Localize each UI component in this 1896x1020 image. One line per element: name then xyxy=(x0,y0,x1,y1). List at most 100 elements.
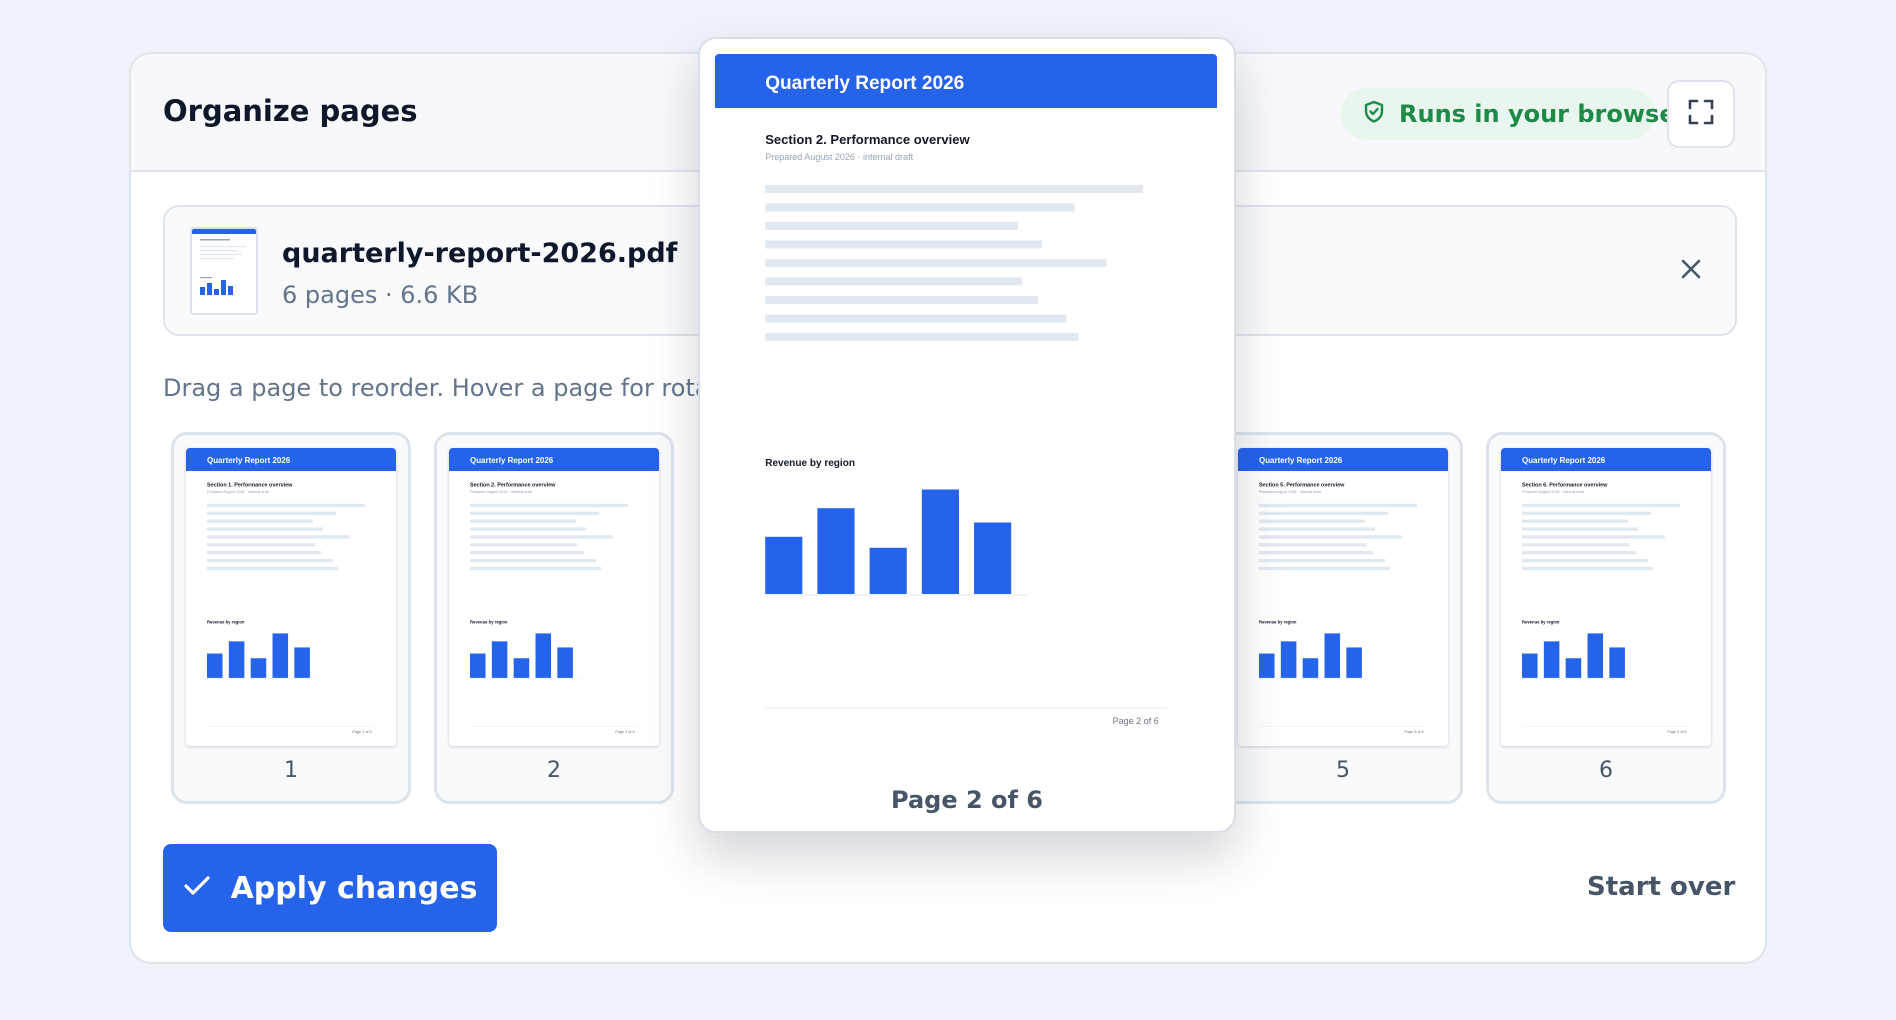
report-title: Quarterly Report 2026 xyxy=(207,456,291,465)
remove-file-button[interactable] xyxy=(1673,253,1709,289)
text-line xyxy=(765,314,1067,323)
file-thumbnail xyxy=(190,227,258,315)
apply-changes-button[interactable]: Apply changes xyxy=(163,844,497,932)
text-line xyxy=(1522,527,1638,531)
check-icon xyxy=(183,875,211,901)
page-tile-1[interactable]: Quarterly Report 2026 Section 1. Performa… xyxy=(171,432,411,804)
text-line xyxy=(1259,543,1367,547)
chart-bar xyxy=(974,522,1012,594)
section-heading: Section 5. Performance overview xyxy=(1259,482,1345,488)
chart-bar xyxy=(228,641,245,678)
fullscreen-icon xyxy=(1687,98,1715,130)
page-thumbnail: Quarterly Report 2026 Section 1. Performa… xyxy=(186,448,396,746)
text-line xyxy=(470,527,586,531)
text-line xyxy=(1259,503,1417,508)
text-line xyxy=(765,296,1039,304)
page-tile-5[interactable]: Quarterly Report 2026 Section 5. Performa… xyxy=(1223,432,1463,804)
page-number: 5 xyxy=(1336,758,1350,783)
text-line xyxy=(207,535,350,539)
chart-label: Revenue by region xyxy=(207,619,245,624)
report-title: Quarterly Report 2026 xyxy=(470,456,554,465)
text-line xyxy=(470,543,578,547)
chart-label: Revenue by region xyxy=(1259,619,1297,624)
instructions-text: Drag a page to reorder. Hover a page for… xyxy=(163,374,757,402)
chart-bar xyxy=(1522,653,1538,678)
start-over-button[interactable]: Start over xyxy=(1587,872,1735,902)
text-line xyxy=(207,551,322,555)
chart-bar xyxy=(470,653,486,678)
draft-note: Prepared August 2026 · internal draft xyxy=(1259,490,1322,494)
text-line xyxy=(765,185,1143,193)
chart-bar xyxy=(1324,633,1341,678)
text-line xyxy=(470,519,576,523)
page-thumbnail: Quarterly Report 2026 Section 2. Performa… xyxy=(449,448,659,746)
chart-bar xyxy=(921,489,959,594)
text-line xyxy=(765,333,1079,341)
text-line xyxy=(207,519,313,523)
apply-changes-label: Apply changes xyxy=(230,870,478,906)
text-line xyxy=(1259,551,1374,555)
text-line xyxy=(1522,551,1637,555)
badge-label: Runs in your browser xyxy=(1399,100,1688,128)
report-title: Quarterly Report 2026 xyxy=(1522,456,1606,465)
text-line xyxy=(207,566,339,571)
chart-bar xyxy=(272,633,289,678)
close-icon xyxy=(1679,257,1703,285)
text-line xyxy=(1522,511,1652,516)
preview-caption: Page 2 of 6 xyxy=(891,786,1043,814)
chart-bar xyxy=(1302,658,1319,678)
section-heading: Section 1. Performance overview xyxy=(207,482,293,488)
page-preview-popover: Quarterly Report 2026 Section 2. Performa… xyxy=(698,37,1236,833)
page-tile-2[interactable]: Quarterly Report 2026 Section 2. Performa… xyxy=(434,432,674,804)
page-number: 2 xyxy=(547,758,561,783)
page-thumbnail: Quarterly Report 2026 Section 6. Performa… xyxy=(1501,448,1711,746)
text-line xyxy=(1522,543,1630,547)
section-heading: Section 2. Performance overview xyxy=(470,482,556,488)
page-number: 1 xyxy=(284,758,298,783)
browser-badge: Runs in your browser xyxy=(1341,88,1687,140)
chart-label: Revenue by region xyxy=(1522,619,1560,624)
text-line xyxy=(765,203,1075,212)
shield-check-icon xyxy=(1363,100,1385,128)
chart-bar xyxy=(1565,658,1582,678)
chart-bar xyxy=(491,641,508,678)
text-line xyxy=(1259,511,1389,516)
chart-bar xyxy=(513,658,530,678)
text-line xyxy=(470,551,585,555)
chart-bar xyxy=(250,658,267,678)
text-line xyxy=(207,543,315,547)
chart-bar xyxy=(207,653,223,678)
section-heading: Section 6. Performance overview xyxy=(1522,482,1608,488)
text-line xyxy=(470,558,596,563)
chart-bar xyxy=(535,633,552,678)
text-line xyxy=(1522,519,1628,523)
chart-bar xyxy=(869,547,907,594)
page-footer: Page 2 of 6 xyxy=(615,730,634,734)
file-meta: 6 pages · 6.6 KB xyxy=(282,281,479,309)
text-line xyxy=(470,535,613,539)
text-line xyxy=(1259,527,1375,531)
page-thumbnail: Quarterly Report 2026 Section 5. Performa… xyxy=(1238,448,1448,746)
page-number: 6 xyxy=(1599,758,1613,783)
chart-bar xyxy=(817,508,855,594)
fullscreen-button[interactable] xyxy=(1667,80,1735,148)
draft-note: Prepared August 2026 · internal draft xyxy=(207,490,270,494)
text-line xyxy=(765,259,1107,267)
text-line xyxy=(207,503,365,508)
chart-bar xyxy=(1543,641,1560,678)
draft-note: Prepared August 2026 · internal draft xyxy=(1522,490,1585,494)
chart-bar xyxy=(1346,647,1362,678)
report-title: Quarterly Report 2026 xyxy=(765,73,964,94)
page-footer: Page 6 of 6 xyxy=(1667,730,1686,734)
page-tile-6[interactable]: Quarterly Report 2026 Section 6. Performa… xyxy=(1486,432,1726,804)
text-line xyxy=(1259,558,1385,563)
text-line xyxy=(1522,566,1654,571)
chart-label: Revenue by region xyxy=(470,619,508,624)
page-title: Organize pages xyxy=(163,94,418,128)
chart-bar xyxy=(557,647,573,678)
draft-note: Prepared August 2026 · internal draft xyxy=(765,152,913,162)
text-line xyxy=(470,503,628,508)
text-line xyxy=(765,222,1019,230)
page-preview: Quarterly Report 2026 Section 2. Performa… xyxy=(715,54,1217,754)
text-line xyxy=(1259,566,1391,571)
